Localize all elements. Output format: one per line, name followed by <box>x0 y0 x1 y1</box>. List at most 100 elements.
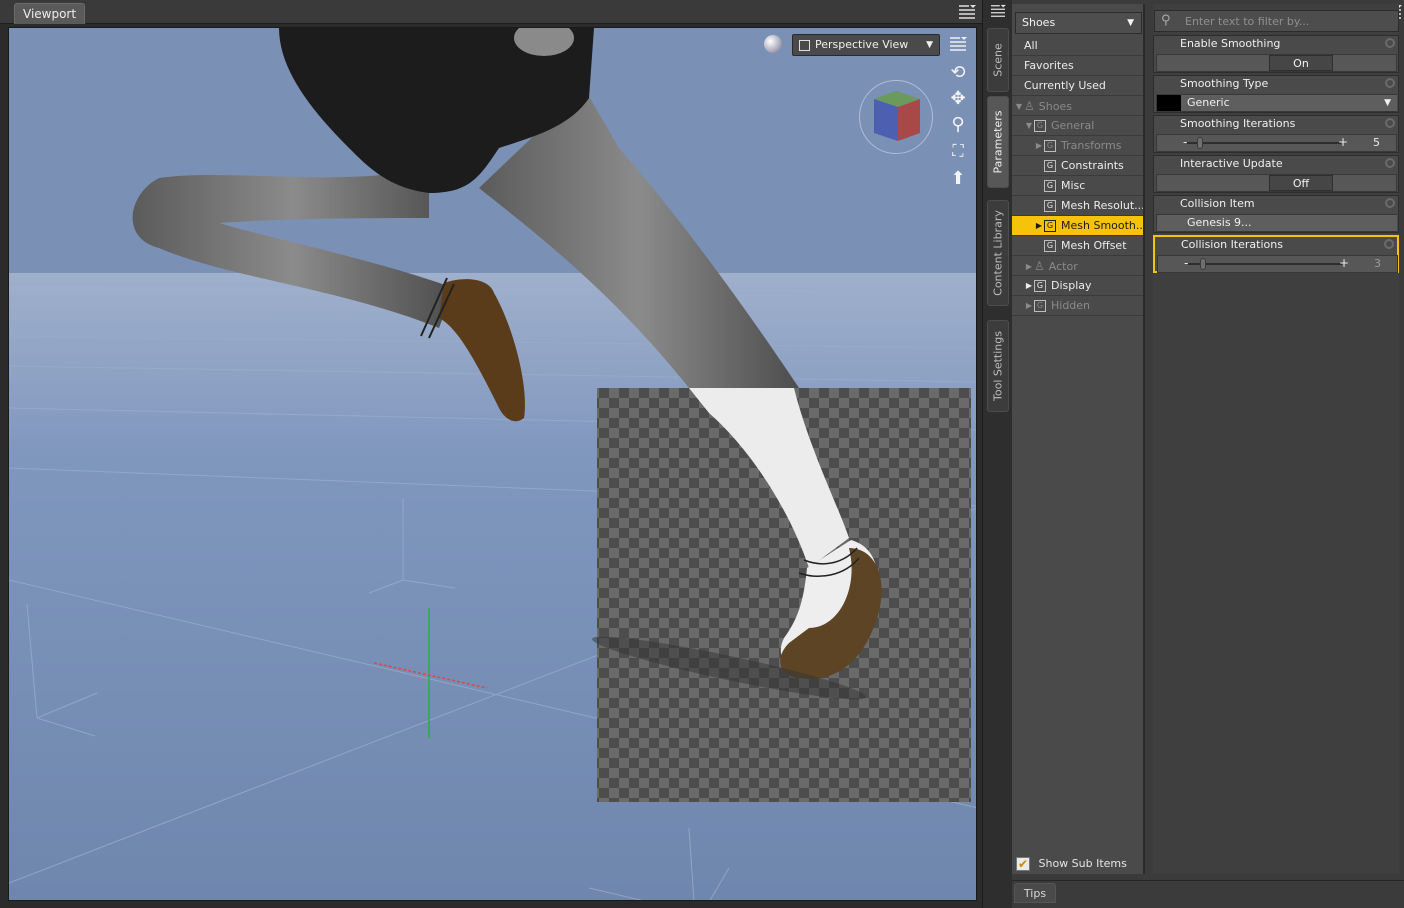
gear-icon[interactable] <box>1385 198 1395 208</box>
slider-track[interactable] <box>1188 263 1342 265</box>
property-list: ⚲ Enable Smoothing On Smoothing Type Gen… <box>1153 4 1399 874</box>
expand-closed-icon[interactable]: ▶ <box>1034 216 1044 235</box>
chevron-down-icon: ▼ <box>1127 18 1134 28</box>
tree-item[interactable]: G Constraints <box>1012 156 1143 176</box>
tab-scene[interactable]: Scene <box>987 28 1009 92</box>
tab-tool-settings[interactable]: Tool Settings <box>987 320 1009 412</box>
enable-smoothing-toggle[interactable]: On <box>1269 55 1333 71</box>
tree-item[interactable]: G Mesh Offset <box>1012 236 1143 256</box>
prop-interactive-update: Interactive Update Off <box>1153 155 1399 193</box>
tree-item-label: Constraints <box>1061 159 1124 172</box>
property-group-tree: Shoes ▼ All Favorites Currently Used ▼ ♙ Shoe… <box>1012 4 1145 874</box>
slider-control: - + 5 <box>1156 134 1397 152</box>
tree-item[interactable]: Favorites <box>1012 56 1143 76</box>
tab-content-library[interactable]: Content Library <box>987 200 1009 306</box>
slider-value[interactable]: 3 <box>1374 257 1381 270</box>
gear-icon[interactable] <box>1385 38 1395 48</box>
increment-button[interactable]: + <box>1338 135 1348 149</box>
smoothing-type-select[interactable]: Generic ▼ <box>1181 95 1397 111</box>
tree-item[interactable]: ▼ G General <box>1012 116 1143 136</box>
tree-item-label: Mesh Offset <box>1061 239 1127 252</box>
prop-label: Enable Smoothing <box>1180 37 1281 50</box>
tree-item[interactable]: Currently Used <box>1012 76 1143 96</box>
prop-label: Collision Iterations <box>1181 238 1283 251</box>
prop-collision-item: Collision Item Genesis 9... <box>1153 195 1399 233</box>
viewport-menu-icon[interactable] <box>949 36 967 52</box>
expand-closed-icon[interactable]: ▶ <box>1024 296 1034 315</box>
expand-closed-icon[interactable]: ▶ <box>1024 276 1034 295</box>
tree-item[interactable]: All <box>1012 36 1143 56</box>
reset-view-icon[interactable]: ⬆ <box>947 168 969 190</box>
tree-item[interactable]: ▶ G Hidden <box>1012 296 1143 316</box>
3d-viewport[interactable]: Perspective View ▼ ⟲ ✥ ⚲ ⛶ ⬆ <box>8 27 977 901</box>
slider-handle[interactable] <box>1200 258 1206 270</box>
prop-label: Smoothing Iterations <box>1180 117 1296 130</box>
expand-open-icon[interactable]: ▼ <box>1014 97 1024 115</box>
tips-bar: Tips <box>1012 880 1404 904</box>
draw-style-sphere-icon[interactable] <box>764 35 782 53</box>
slider-control: - + 3 <box>1157 255 1398 273</box>
tree-item-label: Display <box>1051 279 1092 292</box>
tab-tips[interactable]: Tips <box>1014 883 1056 903</box>
figure-icon: ♙ <box>1024 99 1035 113</box>
tree-item[interactable]: ▶ G Transforms <box>1012 136 1143 156</box>
filter-input[interactable] <box>1185 12 1393 30</box>
gear-icon[interactable] <box>1385 118 1395 128</box>
expand-closed-icon[interactable]: ▶ <box>1024 257 1034 275</box>
tree-item-label: Favorites <box>1024 59 1074 72</box>
tree-item[interactable]: G Misc <box>1012 176 1143 196</box>
prop-label: Collision Item <box>1180 197 1255 210</box>
property-group-icon: G <box>1044 240 1056 252</box>
filter-field[interactable]: ⚲ <box>1154 10 1399 32</box>
node-select[interactable]: Shoes ▼ <box>1015 12 1142 34</box>
property-group-icon: G <box>1044 180 1056 192</box>
tree-item-label: Currently Used <box>1024 79 1106 92</box>
expand-closed-icon[interactable]: ▶ <box>1034 136 1044 155</box>
frame-icon[interactable]: ⛶ <box>947 140 969 162</box>
interactive-update-toggle[interactable]: Off <box>1269 175 1333 191</box>
side-tab-strip: Scene Parameters Content Library Tool Se… <box>982 0 1012 908</box>
slider-value[interactable]: 5 <box>1373 136 1380 149</box>
expand-open-icon[interactable]: ▼ <box>1024 116 1034 135</box>
figure-icon: ♙ <box>1034 259 1045 273</box>
zoom-icon[interactable]: ⚲ <box>947 114 969 136</box>
gear-icon[interactable] <box>1385 158 1395 168</box>
tree-item-label: Mesh Smooth... <box>1061 219 1143 232</box>
gear-icon[interactable] <box>1385 78 1395 88</box>
gear-icon[interactable] <box>1384 239 1394 249</box>
view-mode-label: Perspective View <box>815 38 909 51</box>
tree-item[interactable]: G Mesh Resolut... <box>1012 196 1143 216</box>
prop-enable-smoothing: Enable Smoothing On <box>1153 35 1399 73</box>
tree-item-label: Actor <box>1048 260 1078 273</box>
show-sub-items-checkbox[interactable]: ✔ Show Sub Items <box>1016 857 1127 871</box>
chevron-down-icon: ▼ <box>1384 98 1391 108</box>
prop-label: Smoothing Type <box>1180 77 1269 90</box>
tab-parameters[interactable]: Parameters <box>987 96 1009 188</box>
color-swatch <box>1157 95 1181 111</box>
tree-item-label: Hidden <box>1051 299 1091 312</box>
tree-item[interactable]: ▶ G Mesh Smooth... <box>1012 216 1143 236</box>
property-group-icon: G <box>1034 300 1046 312</box>
tree-item[interactable]: ▶ ♙ Actor <box>1012 256 1143 276</box>
scene-render <box>9 28 976 900</box>
increment-button[interactable]: + <box>1339 256 1349 270</box>
tree-item[interactable]: ▼ ♙ Shoes <box>1012 96 1143 116</box>
tab-viewport[interactable]: Viewport <box>14 3 86 24</box>
orbit-icon[interactable]: ⟲ <box>947 62 969 84</box>
viewport-tab-bar: Viewport <box>0 0 982 24</box>
view-cube[interactable] <box>859 80 933 154</box>
pane-menu-icon[interactable] <box>990 4 1006 18</box>
node-select-label: Shoes <box>1022 16 1056 29</box>
tree-item-label: General <box>1051 119 1095 132</box>
slider-track[interactable] <box>1187 142 1341 144</box>
pan-icon[interactable]: ✥ <box>947 88 969 110</box>
tree-item-label: Mesh Resolut... <box>1061 199 1143 212</box>
tree-item-label: Transforms <box>1061 139 1122 152</box>
collision-item-select[interactable]: Genesis 9... <box>1181 215 1397 231</box>
prop-smoothing-iterations: Smoothing Iterations - + 5 <box>1153 115 1399 153</box>
view-mode-select[interactable]: Perspective View ▼ <box>792 34 940 56</box>
node-picker-control: Genesis 9... <box>1156 214 1397 232</box>
tree-item[interactable]: ▶ G Display <box>1012 276 1143 296</box>
slider-handle[interactable] <box>1197 137 1203 149</box>
pane-menu-icon[interactable] <box>958 4 976 20</box>
